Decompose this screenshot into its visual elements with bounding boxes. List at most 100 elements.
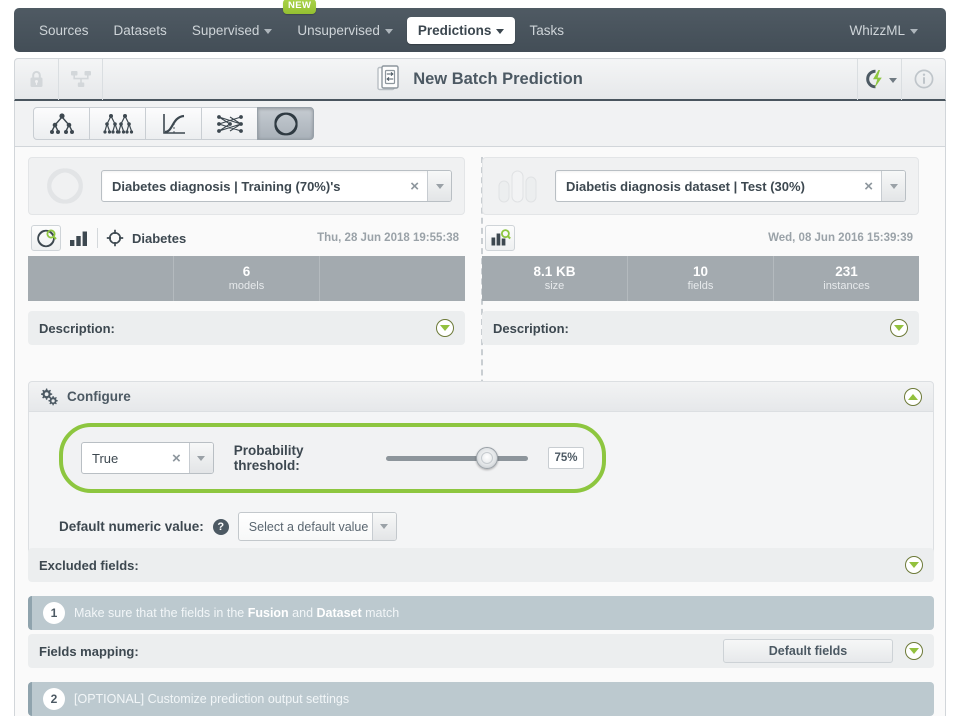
dataset-select[interactable]: Diabetis diagnosis dataset | Test (30%) … bbox=[555, 170, 906, 202]
fusion-selector-box: Diabetes diagnosis | Training (70%)'s × bbox=[28, 157, 465, 215]
nav-item-datasets[interactable]: Datasets bbox=[103, 17, 178, 44]
dataset-select-arrow[interactable] bbox=[881, 171, 905, 201]
info-icon bbox=[914, 69, 933, 89]
main-canvas: Diabetes diagnosis | Training (70%)'s × bbox=[14, 147, 946, 716]
slider-handle-inner bbox=[480, 452, 493, 464]
fusion-description-bar[interactable]: Description: bbox=[28, 311, 465, 345]
chevron-down-icon bbox=[435, 183, 444, 189]
expand-down-icon[interactable] bbox=[436, 319, 454, 337]
nav-item-whizzml[interactable]: WhizzML bbox=[838, 17, 929, 44]
default-numeric-value-label: Default numeric value: bbox=[59, 519, 204, 534]
slider-track[interactable] bbox=[385, 456, 528, 461]
fusion-select-value: Diabetes diagnosis | Training (70%)'s bbox=[112, 178, 341, 194]
type-button-fusion[interactable] bbox=[257, 107, 314, 140]
positive-class-arrow[interactable] bbox=[188, 443, 213, 473]
nav-label: Supervised bbox=[191, 22, 260, 38]
dataset-selector-box: Diabetis diagnosis dataset | Test (30%) … bbox=[482, 157, 919, 215]
step-2-bar: 2 [OPTIONAL] Customize prediction output… bbox=[28, 682, 934, 716]
flash-actions-button[interactable] bbox=[857, 58, 901, 100]
chevron-down-icon bbox=[380, 524, 389, 529]
slider-handle[interactable] bbox=[475, 447, 498, 469]
configure-header[interactable]: Configure bbox=[28, 381, 934, 412]
clear-icon[interactable]: × bbox=[404, 178, 419, 195]
clear-icon[interactable]: × bbox=[166, 450, 181, 467]
description-label: Description: bbox=[493, 320, 569, 336]
nav-label: Predictions bbox=[417, 22, 492, 38]
chevron-down-icon bbox=[384, 28, 393, 34]
chevron-down-icon bbox=[910, 28, 918, 34]
positive-class-select[interactable]: True × bbox=[81, 442, 214, 474]
header-actions bbox=[857, 58, 945, 100]
stat-value: 8.1 KB bbox=[533, 264, 576, 280]
dataset-select-value-wrap[interactable]: Diabetis diagnosis dataset | Test (30%) … bbox=[556, 171, 881, 201]
dataset-search-icon bbox=[491, 228, 511, 245]
gears-icon bbox=[41, 388, 58, 405]
dataset-select-value: Diabetis diagnosis dataset | Test (30%) bbox=[566, 178, 805, 194]
info-button[interactable] bbox=[901, 58, 945, 100]
dataset-description-bar[interactable]: Description: bbox=[482, 311, 919, 345]
fusion-meta-row: Diabetes Thu, 28 Jun 2018 19:55:38 bbox=[28, 221, 465, 255]
default-fields-button[interactable]: Default fields bbox=[723, 639, 893, 663]
divider bbox=[97, 228, 98, 248]
fusion-panel: Diabetes diagnosis | Training (70%)'s × bbox=[28, 157, 465, 345]
fields-mapping-bar: Fields mapping: Default fields bbox=[28, 634, 934, 668]
stat-label: models bbox=[228, 279, 265, 292]
dataset-icon bbox=[498, 170, 537, 203]
stat-label: fields bbox=[687, 279, 714, 292]
type-button-deepnet[interactable] bbox=[201, 107, 258, 140]
fusion-stats: 6 models bbox=[28, 256, 465, 301]
type-button-model[interactable] bbox=[33, 107, 90, 140]
type-button-logistic-regression[interactable] bbox=[145, 107, 202, 140]
top-nav: Sources Datasets Supervised Unsupervised… bbox=[14, 0, 946, 52]
nav-item-tasks[interactable]: Tasks bbox=[518, 17, 575, 44]
share-button[interactable] bbox=[59, 58, 103, 100]
step-number: 2 bbox=[43, 688, 65, 710]
deepnet-icon bbox=[216, 114, 243, 133]
clear-icon[interactable]: × bbox=[858, 178, 873, 195]
fusion-select[interactable]: Diabetes diagnosis | Training (70%)'s × bbox=[101, 170, 452, 202]
dataset-meta-row: Wed, 08 Jun 2016 15:39:39 bbox=[482, 221, 919, 255]
lock-button[interactable] bbox=[15, 58, 59, 100]
positive-class-value-wrap[interactable]: True × bbox=[82, 443, 189, 473]
fusion-view-button[interactable] bbox=[31, 225, 61, 251]
nav-label: Tasks bbox=[529, 22, 564, 38]
configure-title: Configure bbox=[67, 389, 131, 404]
fusion-search-icon bbox=[36, 229, 57, 247]
type-button-ensemble[interactable] bbox=[89, 107, 146, 140]
dataset-panel: Diabetis diagnosis dataset | Test (30%) … bbox=[482, 157, 919, 345]
fusion-select-value-wrap[interactable]: Diabetes diagnosis | Training (70%)'s × bbox=[102, 171, 427, 201]
collapse-up-icon[interactable] bbox=[904, 387, 922, 406]
ensemble-icon bbox=[102, 113, 133, 134]
help-icon[interactable]: ? bbox=[212, 518, 229, 535]
nav-item-predictions[interactable]: Predictions bbox=[406, 16, 516, 44]
description-label: Description: bbox=[39, 320, 115, 336]
default-numeric-value-select[interactable]: Select a default value bbox=[237, 512, 397, 541]
chevron-down-icon bbox=[889, 183, 898, 189]
stat-label: instances bbox=[823, 279, 870, 292]
nav-item-unsupervised[interactable]: Unsupervised bbox=[286, 17, 404, 44]
positive-class-value: True bbox=[92, 450, 119, 466]
fields-mapping-label: Fields mapping: bbox=[39, 643, 139, 659]
expand-down-icon[interactable] bbox=[905, 642, 923, 660]
stat-value: 6 bbox=[242, 264, 251, 280]
probability-threshold-slider[interactable] bbox=[385, 447, 528, 469]
default-numeric-value-row: Default numeric value: ? Select a defaul… bbox=[59, 512, 397, 541]
nav-item-supervised[interactable]: Supervised bbox=[181, 17, 284, 44]
nav-item-sources[interactable]: Sources bbox=[28, 17, 100, 44]
step-number: 1 bbox=[43, 602, 65, 624]
default-numeric-value-arrow[interactable] bbox=[371, 513, 396, 540]
stat-cell: 6 models bbox=[174, 256, 320, 301]
excluded-fields-bar[interactable]: Excluded fields: bbox=[28, 548, 934, 582]
fusion-select-arrow[interactable] bbox=[427, 171, 451, 201]
expand-down-icon[interactable] bbox=[890, 319, 908, 337]
chevron-down-icon bbox=[264, 28, 273, 34]
stat-value: 10 bbox=[692, 264, 709, 280]
dataset-view-button[interactable] bbox=[485, 225, 515, 251]
nav-label: Datasets bbox=[113, 22, 167, 38]
stat-label: size bbox=[544, 279, 565, 292]
nav-label: Unsupervised bbox=[297, 22, 380, 38]
probability-threshold-label: Probability threshold: bbox=[233, 443, 304, 473]
default-numeric-value-wrap[interactable]: Select a default value bbox=[239, 513, 372, 540]
page-title: New Batch Prediction bbox=[413, 69, 583, 88]
expand-down-icon[interactable] bbox=[905, 556, 923, 574]
